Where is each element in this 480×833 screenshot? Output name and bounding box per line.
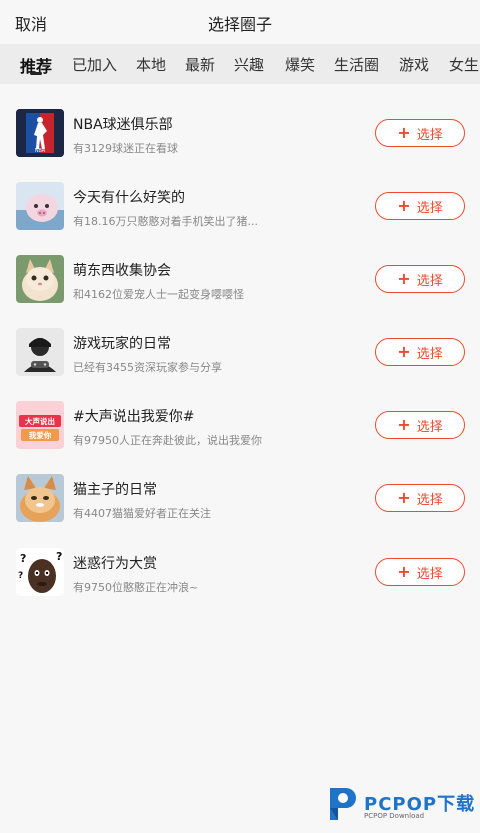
svg-text:NBA: NBA xyxy=(35,148,46,154)
group-name: 游戏玩家的日常 xyxy=(73,336,171,352)
tab-girls[interactable]: 女生 xyxy=(449,54,479,75)
plus-icon: + xyxy=(397,488,411,507)
group-description: 有4407猫猫爱好者正在关注 xyxy=(73,507,211,520)
svg-text:?: ? xyxy=(18,571,23,581)
tab-games[interactable]: 游戏 xyxy=(399,54,429,75)
group-name: NBA球迷俱乐部 xyxy=(73,117,173,133)
watermark-subtext: PCPOP Download xyxy=(364,812,425,820)
cat-photo-2-icon xyxy=(16,474,64,522)
list-item[interactable]: NBA NBA球迷俱乐部 有3129球迷正在看球 + 选择 xyxy=(0,98,480,171)
tab-joined[interactable]: 已加入 xyxy=(72,54,117,75)
love-text-image-icon: 大声说出 我爱你 xyxy=(16,401,64,449)
love-text-top: 大声说出 xyxy=(25,416,55,426)
plus-icon: + xyxy=(397,269,411,288)
tab-interest[interactable]: 兴趣 xyxy=(234,54,264,75)
group-description: 有18.16万只憨憨对着手机笑出了猪... xyxy=(73,215,258,228)
list-item[interactable]: 今天有什么好笑的 有18.16万只憨憨对着手机笑出了猪... + 选择 xyxy=(0,171,480,244)
confused-meme-icon: ? ? ? xyxy=(16,548,64,596)
select-button[interactable]: + 选择 xyxy=(375,411,465,439)
plus-icon: + xyxy=(397,415,411,434)
group-name: 今天有什么好笑的 xyxy=(73,190,185,206)
select-button-label: 选择 xyxy=(416,346,443,362)
group-description: 有97950人正在奔赴彼此，说出我爱你 xyxy=(73,434,262,447)
select-button[interactable]: + 选择 xyxy=(375,192,465,220)
tab-bar: 推荐 已加入 本地 最新 兴趣 爆笑 生活圈 游戏 女生 xyxy=(0,44,480,84)
select-button-label: 选择 xyxy=(416,127,443,143)
list-item[interactable]: 大声说出 我爱你 #大声说出我爱你# 有97950人正在奔赴彼此，说出我爱你 +… xyxy=(0,390,480,463)
nba-logo-icon: NBA xyxy=(16,109,64,157)
header: 取消 选择圈子 xyxy=(0,0,480,44)
list-item[interactable]: ? ? ? 迷惑行为大赏 有9750位憨憨正在冲浪~ + 选择 xyxy=(0,537,480,610)
select-button[interactable]: + 选择 xyxy=(375,119,465,147)
group-description: 有9750位憨憨正在冲浪~ xyxy=(73,581,199,594)
gamer-avatar-icon xyxy=(16,328,64,376)
cat-photo-icon xyxy=(16,255,64,303)
watermark: PCPOP下载 PCPOP Download xyxy=(326,786,476,826)
svg-text:?: ? xyxy=(56,550,62,563)
select-button-label: 选择 xyxy=(416,492,443,508)
svg-text:?: ? xyxy=(20,552,26,565)
pcpop-logo-icon xyxy=(330,788,356,820)
select-button-label: 选择 xyxy=(416,566,443,582)
select-button-label: 选择 xyxy=(416,273,443,289)
plus-icon: + xyxy=(397,342,411,361)
group-name: 迷惑行为大赏 xyxy=(73,556,157,572)
app-root: 取消 选择圈子 推荐 已加入 本地 最新 兴趣 爆笑 生活圈 游戏 女生 NBA… xyxy=(0,0,480,833)
group-name: 萌东西收集协会 xyxy=(73,263,171,279)
active-tab-indicator xyxy=(30,72,42,75)
tab-funny[interactable]: 爆笑 xyxy=(285,54,315,75)
group-name: 猫主子的日常 xyxy=(73,482,157,498)
plus-icon: + xyxy=(397,123,411,142)
list-item[interactable]: 游戏玩家的日常 已经有3455资深玩家参与分享 + 选择 xyxy=(0,317,480,390)
select-button-label: 选择 xyxy=(416,200,443,216)
plus-icon: + xyxy=(397,196,411,215)
select-button[interactable]: + 选择 xyxy=(375,338,465,366)
page-title: 选择圈子 xyxy=(207,15,272,34)
group-description: 和4162位爱宠人士一起变身嘤嘤怪 xyxy=(73,288,244,301)
list-item[interactable]: 猫主子的日常 有4407猫猫爱好者正在关注 + 选择 xyxy=(0,463,480,536)
love-text-bottom: 我爱你 xyxy=(29,430,52,440)
plus-icon: + xyxy=(397,562,411,581)
select-button-label: 选择 xyxy=(416,419,443,435)
list-item[interactable]: 萌东西收集协会 和4162位爱宠人士一起变身嘤嘤怪 + 选择 xyxy=(0,244,480,317)
pig-photo-icon xyxy=(16,182,64,230)
group-name: #大声说出我爱你# xyxy=(73,409,195,425)
group-description: 已经有3455资深玩家参与分享 xyxy=(73,361,222,374)
tab-latest[interactable]: 最新 xyxy=(185,54,215,75)
select-button[interactable]: + 选择 xyxy=(375,558,465,586)
group-description: 有3129球迷正在看球 xyxy=(73,142,178,155)
select-button[interactable]: + 选择 xyxy=(375,265,465,293)
select-button[interactable]: + 选择 xyxy=(375,484,465,512)
tab-local[interactable]: 本地 xyxy=(136,54,166,75)
tab-life-circle[interactable]: 生活圈 xyxy=(334,54,379,75)
